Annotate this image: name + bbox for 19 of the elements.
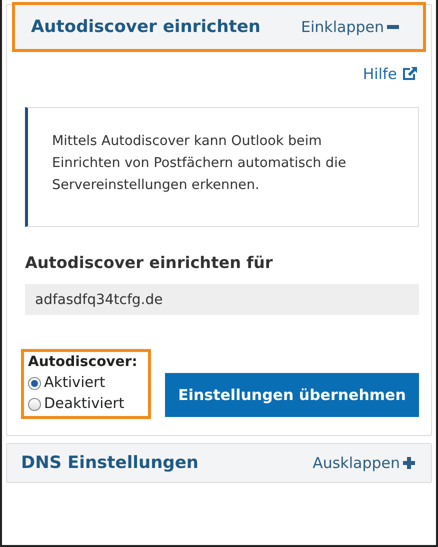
group-label: Autodiscover: xyxy=(28,354,138,370)
panel-title: DNS Einstellungen xyxy=(21,453,198,473)
panel-header[interactable]: Autodiscover einrichten Einklappen xyxy=(15,5,423,49)
external-link-icon xyxy=(402,67,417,81)
radio-button[interactable] xyxy=(28,398,41,410)
radio-button[interactable] xyxy=(28,376,41,390)
radio-label: Deaktiviert xyxy=(44,396,124,412)
help-link[interactable]: Hilfe xyxy=(362,65,417,83)
field-label: Autodiscover einrichten für xyxy=(25,253,274,272)
apply-button[interactable]: Einstellungen übernehmen xyxy=(165,373,419,417)
plus-icon xyxy=(403,457,415,469)
toggle-button[interactable]: Ausklappen xyxy=(312,454,415,472)
info-box: Mittels Autodiscover kann Outlook beim Einrichten von Postfächern automatisch die Servereinstellungen erkennen. xyxy=(25,107,419,227)
panel-header[interactable]: DNS Einstellungen Ausklappen xyxy=(7,444,431,482)
radio-label: Aktiviert xyxy=(44,375,106,391)
panel-title: Autodiscover einrichten xyxy=(31,17,260,37)
domain-field[interactable]: adfasdfq34tcfg.de xyxy=(25,284,419,315)
minus-icon xyxy=(387,25,399,29)
toggle-button[interactable]: Einklappen xyxy=(301,18,399,36)
